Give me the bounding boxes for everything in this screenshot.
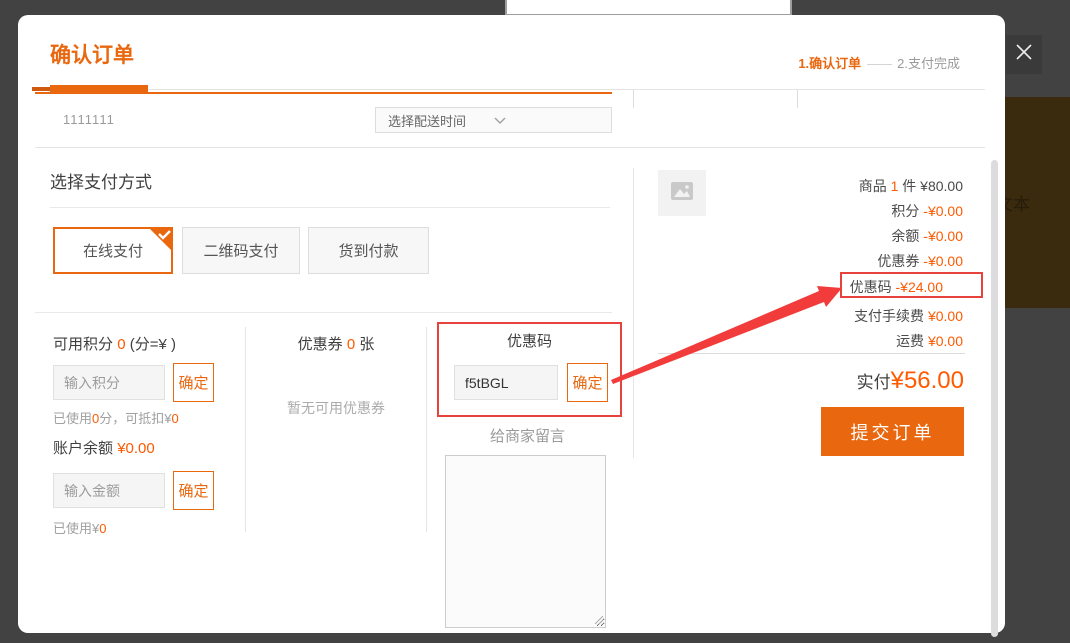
- balance-confirm-button[interactable]: 确定: [173, 471, 214, 510]
- submit-order-button[interactable]: 提交订单: [821, 407, 964, 456]
- balance-value: ¥0.00: [117, 440, 155, 457]
- summary-row-points: 积分 -¥0.00: [891, 201, 963, 221]
- promo-code-title: 优惠码: [439, 330, 620, 351]
- pay-method-online-label: 在线支付: [83, 240, 143, 261]
- summary-goods-qty: 1: [891, 178, 899, 194]
- balance-label-row: 账户余额 ¥0.00: [53, 437, 155, 458]
- tab-underline-stub: [32, 87, 50, 91]
- page: 文本 确认订单 1.确认订单——2.支付完成 1111111 选择配送时间: [0, 0, 1070, 643]
- payment-method-heading: 选择支付方式: [50, 168, 152, 193]
- points-label-prefix: 可用积分: [53, 336, 113, 353]
- heading-underline: [50, 207, 610, 208]
- points-used-mid: 分，可抵扣¥: [99, 411, 171, 426]
- close-button[interactable]: [1006, 35, 1042, 74]
- step-confirm-order: 1.确认订单: [798, 56, 861, 71]
- points-label-suffix: (分=¥ ): [130, 336, 176, 353]
- table-column-divider: [797, 90, 798, 108]
- resize-handle-icon[interactable]: [594, 615, 604, 625]
- tab-header-rule: [35, 89, 985, 90]
- summary-balance-value: -¥0.00: [923, 228, 963, 244]
- summary-divider: [633, 168, 634, 458]
- summary-fee-value: ¥0.00: [928, 308, 963, 324]
- coupon-count: 0: [347, 336, 355, 353]
- pay-method-cod-label: 货到付款: [338, 240, 398, 261]
- promo-code-input[interactable]: [454, 365, 558, 400]
- summary-shipping-value: ¥0.00: [928, 333, 963, 349]
- summary-balance-label: 余额: [891, 228, 919, 244]
- summary-row-fee: 支付手续费 ¥0.00: [854, 306, 963, 326]
- summary-goods-value: ¥80.00: [920, 178, 963, 194]
- points-label: 可用积分 0 (分=¥ ): [53, 333, 176, 354]
- product-thumbnail: [658, 170, 706, 216]
- image-placeholder-icon: [670, 181, 694, 206]
- promo-code-box: 优惠码 确定: [437, 322, 622, 417]
- steps-separator: ——: [867, 56, 891, 71]
- delivery-time-select[interactable]: 选择配送时间: [375, 107, 612, 133]
- coupon-label-suffix: 张: [359, 336, 374, 353]
- summary-promo-label: 优惠码: [850, 279, 892, 295]
- points-deduct-value: 0: [171, 411, 178, 426]
- coupon-empty-text: 暂无可用优惠券: [250, 398, 422, 418]
- pay-method-cod[interactable]: 货到付款: [308, 227, 429, 274]
- points-input[interactable]: [53, 365, 165, 400]
- summary-row-goods: 商品 1 件 ¥80.00: [859, 176, 963, 196]
- table-column-divider: [633, 90, 634, 108]
- close-icon: [1014, 42, 1034, 67]
- balance-label: 账户余额: [53, 440, 113, 457]
- summary-promo-value: -¥24.00: [896, 279, 943, 295]
- coupon-header: 优惠券 0 张: [250, 333, 422, 354]
- summary-fee-label: 支付手续费: [854, 308, 924, 324]
- balance-input[interactable]: [53, 473, 165, 508]
- order-number-text: 1111111: [63, 112, 115, 127]
- summary-goods-qty-suffix: 件: [902, 178, 916, 194]
- summary-coupon-value: -¥0.00: [923, 253, 963, 269]
- background-partial-box: [505, 0, 792, 16]
- total-value: ¥56.00: [891, 367, 964, 394]
- promo-confirm-button[interactable]: 确定: [567, 363, 608, 402]
- total-divider: [658, 353, 965, 354]
- points-available-value: 0: [117, 336, 125, 353]
- checkmark-icon: [149, 228, 172, 255]
- balance-used-note: 已使用¥0: [53, 518, 106, 537]
- summary-goods-label: 商品: [859, 178, 887, 194]
- points-used-note: 已使用0分，可抵扣¥0: [53, 408, 179, 427]
- confirm-order-modal: 确认订单 1.确认订单 —— 2.支付完成 1111111 选择配送时间 选择支付方…: [18, 15, 1005, 633]
- summary-row-shipping: 运费 ¥0.00: [896, 331, 963, 351]
- pay-method-qrcode-label: 二维码支付: [203, 240, 278, 261]
- merchant-message-label: 给商家留言: [437, 425, 618, 446]
- checkout-steps: 1.确认订单 —— 2.支付完成: [798, 53, 960, 72]
- section-divider: [35, 147, 985, 148]
- promo-confirm-label: 确定: [572, 372, 602, 393]
- summary-coupon-label: 优惠券: [877, 253, 919, 269]
- merchant-message-textarea[interactable]: [445, 455, 606, 628]
- modal-title: 确认订单: [50, 39, 134, 69]
- summary-points-value: -¥0.00: [923, 203, 963, 219]
- column-divider: [245, 327, 246, 532]
- points-used-prefix: 已使用: [53, 411, 92, 426]
- balance-used-value: 0: [99, 521, 106, 536]
- balance-confirm-label: 确定: [178, 480, 208, 501]
- total-row: 实付¥56.00: [857, 367, 964, 395]
- summary-points-label: 积分: [891, 203, 919, 219]
- total-label: 实付: [857, 373, 891, 392]
- points-confirm-button[interactable]: 确定: [173, 363, 214, 402]
- summary-shipping-label: 运费: [896, 333, 924, 349]
- pay-method-qrcode[interactable]: 二维码支付: [182, 227, 300, 274]
- points-confirm-label: 确定: [178, 372, 208, 393]
- summary-row-coupon: 优惠券 -¥0.00: [877, 251, 963, 271]
- modal-scrollbar[interactable]: [991, 160, 998, 637]
- column-divider: [426, 327, 427, 532]
- coupon-label: 优惠券: [298, 336, 343, 353]
- delivery-time-placeholder: 选择配送时间: [388, 111, 494, 130]
- pay-method-online[interactable]: 在线支付: [53, 227, 173, 274]
- chevron-down-icon: [494, 113, 600, 128]
- active-tab-underline: [50, 85, 148, 94]
- balance-used-prefix: 已使用¥: [53, 521, 99, 536]
- summary-row-balance: 余额 -¥0.00: [891, 226, 963, 246]
- summary-row-promo: 优惠码 -¥24.00: [850, 277, 943, 297]
- section-divider: [35, 312, 612, 313]
- step-payment-done: 2.支付完成: [897, 56, 960, 71]
